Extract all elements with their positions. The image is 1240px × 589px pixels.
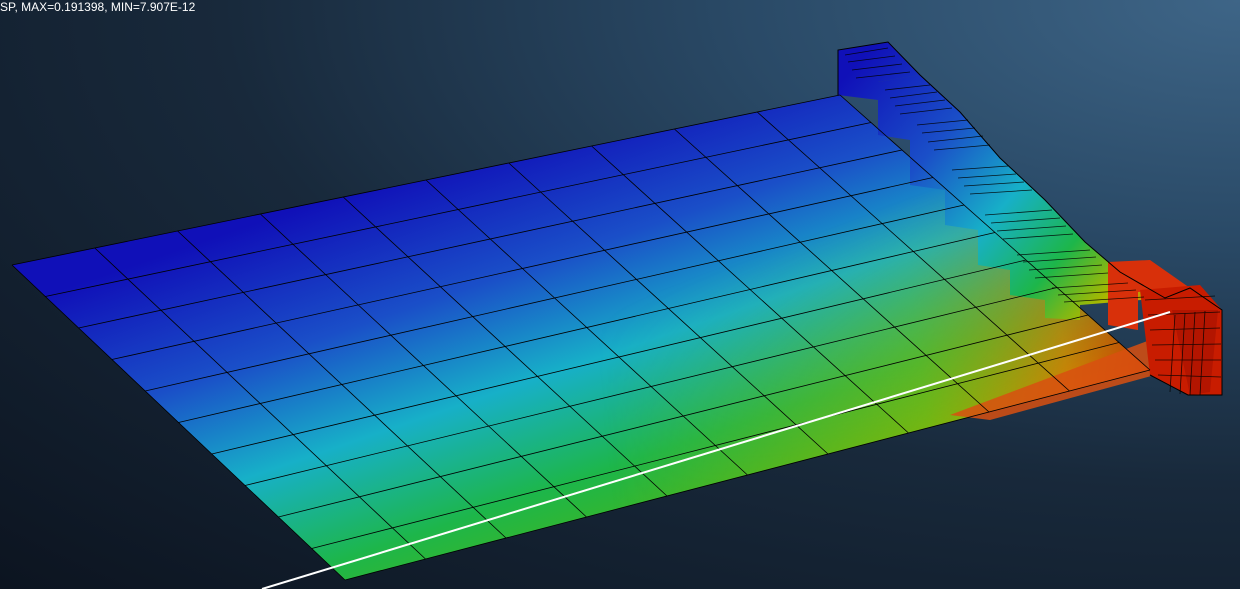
result-caption: SP, MAX=0.191398, MIN=7.907E-12	[0, 0, 196, 14]
viewport[interactable]: SP, MAX=0.191398, MIN=7.907E-12	[0, 0, 1240, 589]
contour-plot[interactable]	[0, 0, 1240, 589]
